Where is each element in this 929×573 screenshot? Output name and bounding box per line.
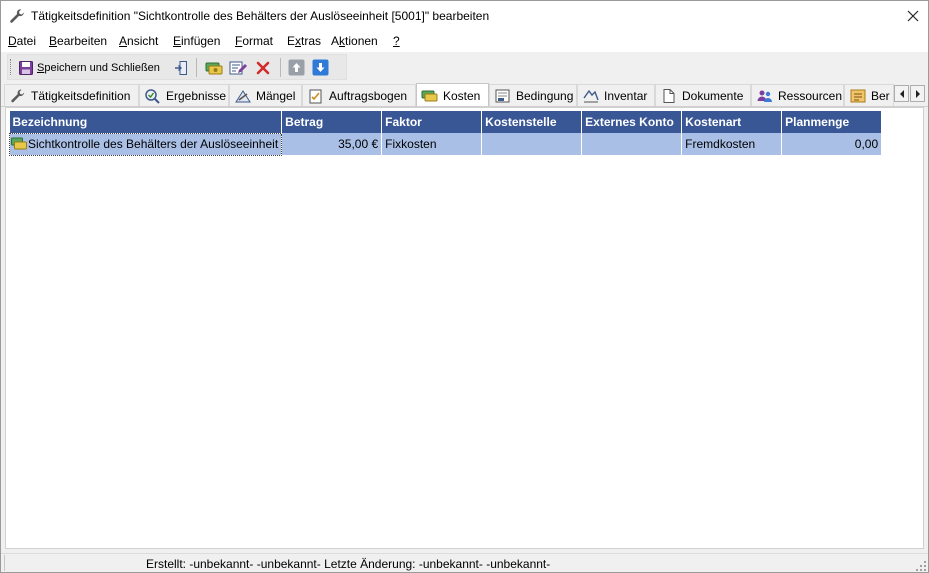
- menu-bearbeiten[interactable]: Bearbeiten: [49, 34, 107, 48]
- column-header-betrag[interactable]: Betrag: [281, 111, 383, 133]
- defects-icon: [235, 90, 251, 103]
- editor-window: Tätigkeitsdefinition "Sichtkontrolle des…: [0, 0, 929, 573]
- costs-icon: [11, 137, 27, 150]
- resize-grip-icon[interactable]: [916, 560, 926, 571]
- tab-bedingung[interactable]: Bedingung: [489, 84, 577, 106]
- resources-icon: [757, 90, 772, 102]
- status-text: Erstellt: -unbekannt- -unbekannt- Letzte…: [146, 557, 551, 571]
- column-header-kostenstelle[interactable]: Kostenstelle: [481, 111, 583, 133]
- delete-button[interactable]: [255, 58, 271, 77]
- column-header-externes-konto[interactable]: Externes Konto: [581, 111, 683, 133]
- chevron-right-icon: [915, 89, 920, 98]
- door-exit-icon: [175, 60, 187, 75]
- table-row[interactable]: Sichtkontrolle des Behälters der Auslöse…: [8, 132, 883, 156]
- tab-scroll-left-button[interactable]: [894, 85, 909, 102]
- column-header-planmenge[interactable]: Planmenge: [781, 111, 883, 133]
- toolbar-separator: [196, 58, 197, 77]
- tab-dokumente[interactable]: Dokumente: [655, 84, 751, 106]
- column-header-kostenart[interactable]: Kostenart: [681, 111, 783, 133]
- document-icon: [663, 89, 675, 103]
- results-icon: [145, 89, 160, 104]
- menu-bar: Datei Bearbeiten Ansicht Einfügen Format…: [1, 31, 928, 52]
- menu-extras[interactable]: Extras: [287, 34, 321, 48]
- toolbar-separator: [280, 58, 281, 77]
- menu-aktionen[interactable]: Aktionen: [331, 34, 378, 48]
- column-header-faktor[interactable]: Faktor: [381, 111, 483, 133]
- condition-icon: [495, 89, 510, 103]
- wrench-icon: [9, 8, 25, 24]
- delete-icon: [256, 61, 270, 74]
- menu-ansicht[interactable]: Ansicht: [119, 34, 158, 48]
- edit-button[interactable]: [229, 58, 247, 77]
- tab-strip: Tätigkeitsdefinition Ergebnisse Mängel A…: [1, 83, 928, 107]
- cell-betrag[interactable]: 35,00 €: [281, 133, 383, 155]
- costs-panel: Bezeichnung Betrag Faktor Kostenstelle E…: [5, 107, 924, 549]
- arrow-up-icon: [288, 59, 305, 76]
- costs-icon: [421, 90, 438, 102]
- cell-planmenge[interactable]: 0,00: [781, 133, 883, 155]
- tab-berichte[interactable]: Ber: [844, 84, 894, 106]
- status-bar: Erstellt: -unbekannt- -unbekannt- Letzte…: [1, 553, 928, 572]
- cell-faktor[interactable]: Fixkosten: [381, 133, 483, 155]
- menu-format[interactable]: Format: [235, 34, 273, 48]
- tab-auftragsbogen[interactable]: Auftragsbogen: [302, 84, 416, 106]
- cell-kostenstelle[interactable]: [481, 133, 583, 155]
- edit-form-icon: [229, 61, 247, 74]
- arrow-down-icon: [312, 59, 329, 76]
- tab-ergebnisse[interactable]: Ergebnisse: [139, 84, 229, 106]
- inventory-icon: [583, 89, 599, 103]
- menu-einfuegen[interactable]: Einfügen: [173, 34, 220, 48]
- tab-taetigkeitsdefinition[interactable]: Tätigkeitsdefinition: [4, 84, 139, 106]
- cell-kostenart[interactable]: Fremdkosten: [681, 133, 783, 155]
- wrench-icon: [11, 89, 25, 103]
- window-title: Tätigkeitsdefinition "Sichtkontrolle des…: [31, 9, 490, 23]
- toolbar: Speichern und Schließen: [7, 54, 347, 80]
- report-icon: [850, 89, 866, 103]
- menu-datei[interactable]: Datei: [8, 34, 36, 48]
- tab-kosten[interactable]: Kosten: [416, 83, 489, 106]
- tab-scroll-right-button[interactable]: [910, 85, 925, 102]
- tab-ressourcen[interactable]: Ressourcen: [751, 84, 844, 106]
- cell-bezeichnung[interactable]: Sichtkontrolle des Behälters der Auslöse…: [8, 132, 283, 156]
- costs-toolbar-button[interactable]: [205, 58, 223, 77]
- move-up-button[interactable]: [288, 58, 305, 77]
- costs-table: Bezeichnung Betrag Faktor Kostenstelle E…: [8, 111, 883, 156]
- order-sheet-icon: [309, 89, 322, 104]
- table-header-row: Bezeichnung Betrag Faktor Kostenstelle E…: [9, 111, 883, 133]
- close-button[interactable]: [898, 1, 928, 31]
- cell-externes-konto[interactable]: [581, 133, 683, 155]
- tab-maengel[interactable]: Mängel: [229, 84, 302, 106]
- toolbar-grip[interactable]: [10, 59, 13, 75]
- column-header-bezeichnung[interactable]: Bezeichnung: [9, 111, 283, 133]
- save-and-close-button[interactable]: Speichern und Schließen: [18, 58, 160, 77]
- status-separator: [4, 555, 5, 571]
- chevron-left-icon: [899, 89, 904, 98]
- exit-button[interactable]: [174, 58, 188, 77]
- money-icon: [205, 62, 223, 74]
- menu-help[interactable]: ?: [393, 34, 400, 48]
- tab-inventar[interactable]: Inventar: [577, 84, 655, 106]
- close-icon: [907, 10, 919, 22]
- move-down-button[interactable]: [312, 58, 329, 77]
- floppy-disk-icon: [19, 60, 33, 75]
- title-bar: Tätigkeitsdefinition "Sichtkontrolle des…: [1, 1, 928, 31]
